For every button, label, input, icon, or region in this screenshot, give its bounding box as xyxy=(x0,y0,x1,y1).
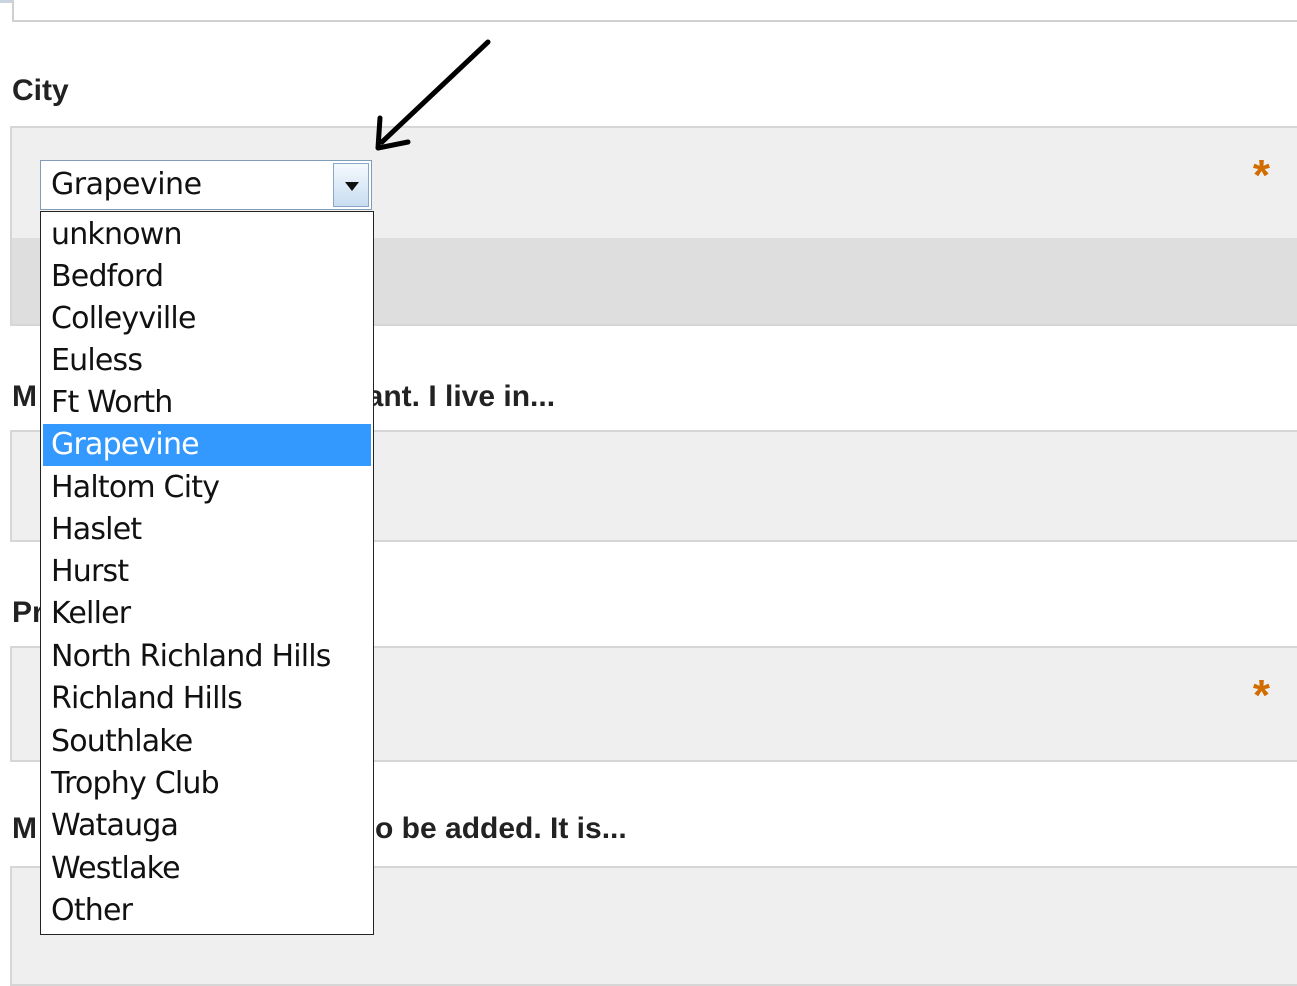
section4-label-end: o be added. It is... xyxy=(375,812,627,845)
city-option[interactable]: Southlake xyxy=(43,721,371,763)
section2-label-end: rant. I live in... xyxy=(355,380,556,413)
city-option[interactable]: Other xyxy=(43,890,371,932)
city-option[interactable]: Westlake xyxy=(43,848,371,890)
city-options-list: unknown Bedford Colleyville Euless Ft Wo… xyxy=(40,211,374,935)
required-asterisk: * xyxy=(1252,151,1270,200)
city-option[interactable]: Trophy Club xyxy=(43,763,371,805)
city-option[interactable]: Haltom City xyxy=(43,467,371,509)
section4-label-start: M xyxy=(12,812,37,845)
city-option-selected[interactable]: Grapevine xyxy=(43,424,371,466)
city-label: City xyxy=(12,74,69,107)
city-select[interactable]: Grapevine xyxy=(40,160,372,210)
city-option[interactable]: Watauga xyxy=(43,805,371,847)
city-option[interactable]: unknown xyxy=(43,214,371,256)
chevron-down-icon xyxy=(345,182,359,191)
city-option[interactable]: Euless xyxy=(43,340,371,382)
city-option[interactable]: Colleyville xyxy=(43,298,371,340)
city-option[interactable]: Hurst xyxy=(43,551,371,593)
arrow-icon xyxy=(375,39,491,151)
city-option[interactable]: Keller xyxy=(43,593,371,635)
previous-field-panel xyxy=(12,0,1297,22)
city-option[interactable]: North Richland Hills xyxy=(43,636,371,678)
city-option[interactable]: Haslet xyxy=(43,509,371,551)
city-option[interactable]: Bedford xyxy=(43,256,371,298)
city-option[interactable]: Ft Worth xyxy=(43,382,371,424)
section2-label-start: M xyxy=(12,380,37,413)
city-select-value: Grapevine xyxy=(51,167,202,202)
required-asterisk: * xyxy=(1252,671,1270,720)
city-option[interactable]: Richland Hills xyxy=(43,678,371,720)
section3-label-start: Pr xyxy=(12,596,44,629)
